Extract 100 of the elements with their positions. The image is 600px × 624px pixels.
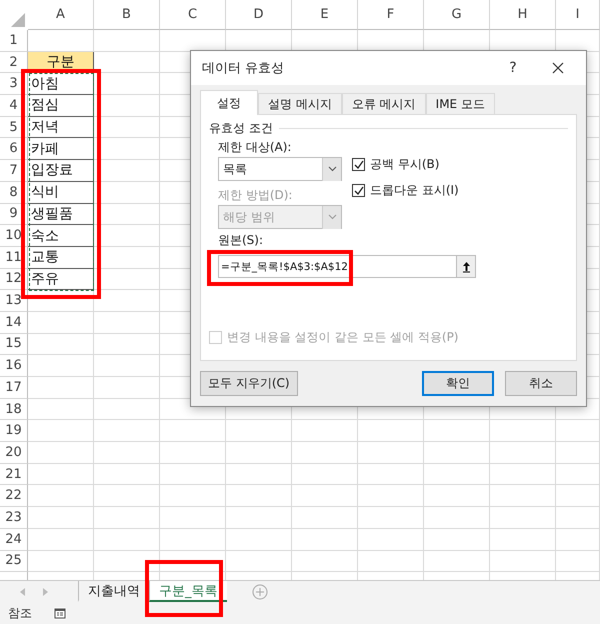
sheet-cell[interactable] xyxy=(358,464,424,486)
sheet-cell[interactable] xyxy=(94,204,160,226)
sheet-cell[interactable] xyxy=(226,485,292,508)
sheet-cell[interactable] xyxy=(292,464,358,486)
sheet-cell[interactable] xyxy=(490,464,556,486)
sheet-cell[interactable] xyxy=(424,464,490,486)
sheet-cell[interactable]: 아침 xyxy=(28,73,94,96)
row-header[interactable]: 6 xyxy=(0,138,28,160)
checkbox[interactable] xyxy=(352,184,365,198)
sheet-cell[interactable] xyxy=(94,73,160,96)
sheet-cell[interactable] xyxy=(28,290,94,312)
sheet-cell[interactable] xyxy=(28,312,94,334)
column-header[interactable]: B xyxy=(94,0,160,30)
sheet-cell[interactable] xyxy=(292,485,358,508)
sheet-cell[interactable] xyxy=(28,464,94,486)
sheet-cell[interactable] xyxy=(292,507,358,529)
sheet-cell[interactable] xyxy=(94,225,160,247)
sheet-cell[interactable] xyxy=(94,485,160,508)
dialog-tab[interactable]: 설명 메시지 xyxy=(258,93,342,116)
sheet-cell[interactable] xyxy=(160,528,226,550)
sheet-cell[interactable] xyxy=(94,312,160,334)
scroll-left-icon[interactable] xyxy=(20,588,26,596)
sheet-cell[interactable] xyxy=(226,442,292,464)
sheet-cell[interactable] xyxy=(358,550,424,572)
sheet-cell[interactable] xyxy=(94,464,160,486)
sheet-cell[interactable] xyxy=(94,507,160,529)
sheet-cell[interactable] xyxy=(556,528,600,550)
source-field[interactable]: =구분_목록!$A$3:$A$12 xyxy=(218,255,476,278)
sheet-cell[interactable] xyxy=(94,95,160,117)
sheet-cell[interactable]: 생필품 xyxy=(28,204,94,226)
row-header[interactable]: 22 xyxy=(0,485,28,508)
sheet-cell[interactable] xyxy=(160,442,226,464)
row-header[interactable]: 16 xyxy=(0,355,28,377)
sheet-cell[interactable] xyxy=(160,507,226,529)
sheet-cell[interactable] xyxy=(28,398,94,420)
add-sheet-icon[interactable] xyxy=(252,584,268,600)
sheet-cell[interactable] xyxy=(358,442,424,464)
sheet-cell[interactable] xyxy=(292,550,358,572)
row-header[interactable]: 25 xyxy=(0,550,28,572)
column-header[interactable]: D xyxy=(226,0,292,30)
sheet-cell[interactable] xyxy=(94,528,160,550)
row-header[interactable]: 19 xyxy=(0,420,28,442)
sheet-cell[interactable] xyxy=(160,420,226,442)
sheet-cell[interactable] xyxy=(94,138,160,160)
column-header[interactable]: H xyxy=(490,0,556,30)
sheet-cell[interactable] xyxy=(358,485,424,508)
sheet-cell[interactable] xyxy=(226,528,292,550)
sheet-cell[interactable] xyxy=(94,355,160,377)
sheet-cell[interactable] xyxy=(94,246,160,269)
dialog-button[interactable]: 취소 xyxy=(505,371,577,396)
row-header[interactable]: 10 xyxy=(0,225,28,247)
sheet-cell[interactable] xyxy=(424,528,490,550)
column-header[interactable]: G xyxy=(424,0,490,30)
sheet-cell[interactable] xyxy=(226,550,292,572)
sheet-cell[interactable] xyxy=(160,485,226,508)
sheet-cell[interactable] xyxy=(28,442,94,464)
allow-select[interactable]: 목록 xyxy=(218,157,342,182)
sheet-cell[interactable] xyxy=(292,528,358,550)
sheet-cell[interactable] xyxy=(424,442,490,464)
checkbox[interactable] xyxy=(352,158,365,172)
row-header[interactable]: 20 xyxy=(0,442,28,464)
sheet-cell[interactable] xyxy=(94,30,160,52)
sheet-cell[interactable]: 식비 xyxy=(28,182,94,204)
sheet-cell[interactable] xyxy=(160,464,226,486)
row-header[interactable]: 9 xyxy=(0,204,28,226)
sheet-cell[interactable] xyxy=(556,507,600,529)
sheet-cell[interactable]: 카페 xyxy=(28,138,94,160)
sheet-cell[interactable] xyxy=(424,550,490,572)
sheet-cell[interactable] xyxy=(94,442,160,464)
sheet-cell[interactable] xyxy=(556,442,600,464)
sheet-cell[interactable]: 입장료 xyxy=(28,160,94,182)
row-header[interactable]: 23 xyxy=(0,507,28,529)
sheet-cell[interactable] xyxy=(226,507,292,529)
row-header[interactable]: 24 xyxy=(0,528,28,550)
sheet-cell[interactable] xyxy=(94,334,160,356)
column-header[interactable]: C xyxy=(160,0,226,30)
source-input[interactable]: =구분_목록!$A$3:$A$12 xyxy=(219,256,456,278)
row-header[interactable]: 8 xyxy=(0,182,28,204)
row-header[interactable]: 7 xyxy=(0,160,28,182)
sheet-cell[interactable] xyxy=(94,377,160,399)
sheet-cell[interactable]: 숙소 xyxy=(28,225,94,247)
sheet-cell[interactable] xyxy=(94,182,160,204)
arrow-up-icon[interactable] xyxy=(462,260,470,274)
column-header[interactable]: A xyxy=(28,0,94,30)
row-header[interactable]: 1 xyxy=(0,30,28,52)
dialog-button[interactable]: 확인 xyxy=(422,371,494,396)
sheet-cell[interactable] xyxy=(28,507,94,529)
sheet-cell[interactable] xyxy=(28,334,94,356)
sheet-cell[interactable] xyxy=(28,528,94,550)
row-header[interactable]: 4 xyxy=(0,95,28,117)
sheet-cell[interactable] xyxy=(28,355,94,377)
row-header[interactable]: 3 xyxy=(0,73,28,96)
sheet-cell[interactable] xyxy=(94,420,160,442)
sheet-cell[interactable] xyxy=(490,485,556,508)
sheet-cell[interactable] xyxy=(424,507,490,529)
sheet-cell[interactable] xyxy=(358,420,424,442)
sheet-cell[interactable] xyxy=(292,442,358,464)
sheet-cell[interactable] xyxy=(490,528,556,550)
sheet-cell[interactable] xyxy=(226,464,292,486)
sheet-cell[interactable] xyxy=(28,550,94,572)
